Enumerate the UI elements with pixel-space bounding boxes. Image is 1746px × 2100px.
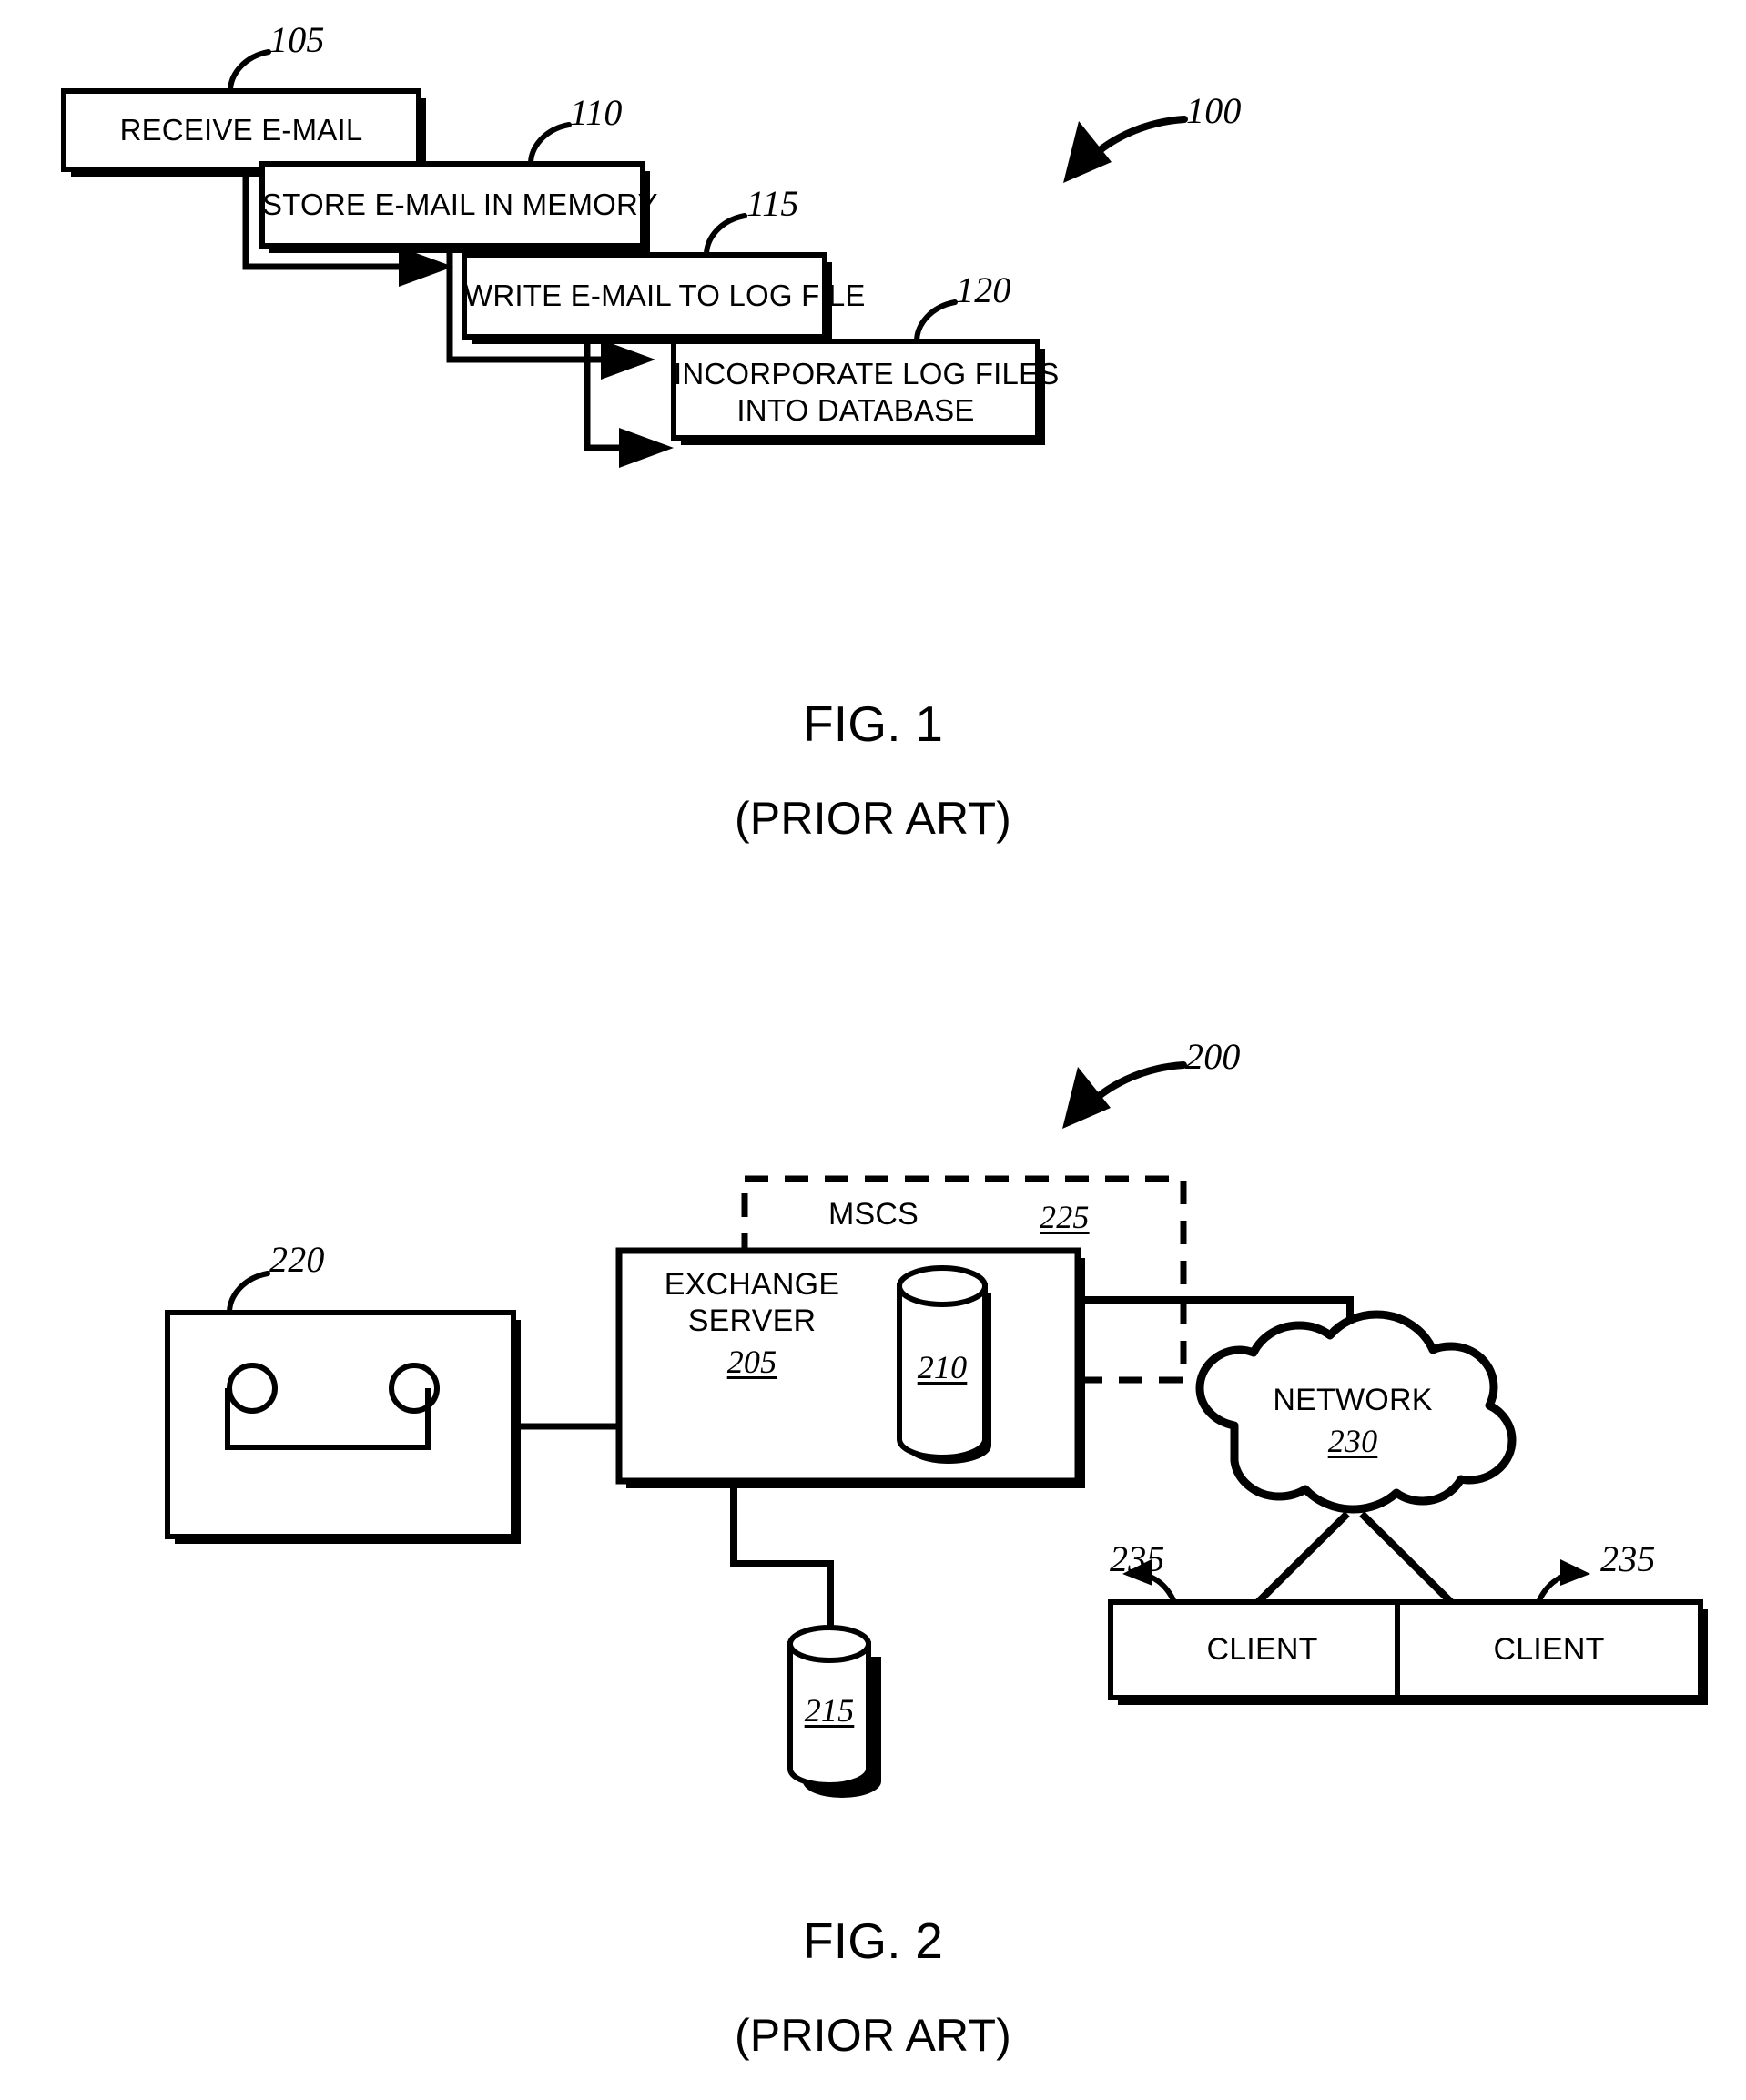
system-ref-arrow-100 bbox=[1063, 116, 1188, 183]
ref-number-210: 210 bbox=[917, 1349, 968, 1385]
flow-box-120-label-line1: INCORPORATE LOG FILES bbox=[674, 357, 1060, 391]
link-network-client-right bbox=[1359, 1511, 1456, 1607]
lead-line-110 bbox=[528, 122, 572, 167]
flow-box-115-label: WRITE E-MAIL TO LOG FILE bbox=[464, 279, 866, 312]
ref-number-115: 115 bbox=[746, 183, 799, 224]
patent-drawing-sheet: RECEIVE E-MAIL 105 STORE E-MAIL IN MEMOR… bbox=[0, 0, 1746, 2100]
lead-line-105 bbox=[228, 49, 271, 94]
ref-number-215: 215 bbox=[804, 1692, 855, 1729]
fig1-caption: FIG. 1 bbox=[802, 695, 943, 752]
fig2-caption: FIG. 2 bbox=[802, 1912, 943, 1969]
ref-number-200: 200 bbox=[1185, 1036, 1241, 1077]
ref-number-235-right: 235 bbox=[1600, 1538, 1656, 1579]
link-network-client-left bbox=[1254, 1511, 1350, 1607]
lead-line-115 bbox=[704, 213, 747, 258]
drawing-vector-layer bbox=[61, 49, 1708, 1798]
fig1-subcaption: (PRIOR ART) bbox=[734, 793, 1012, 844]
system-ref-arrow-200 bbox=[1062, 1061, 1187, 1129]
network-label: NETWORK bbox=[1273, 1383, 1433, 1417]
link-server-storage bbox=[730, 1487, 834, 1638]
ref-number-100: 100 bbox=[1186, 90, 1242, 131]
tape-drive-220 bbox=[165, 1310, 521, 1544]
lead-line-220 bbox=[227, 1271, 270, 1315]
ref-number-235-left: 235 bbox=[1110, 1538, 1165, 1579]
fig2-subcaption: (PRIOR ART) bbox=[734, 2010, 1012, 2061]
ref-number-205: 205 bbox=[726, 1344, 777, 1380]
flow-box-110-label: STORE E-MAIL IN MEMORY bbox=[262, 188, 658, 221]
ref-number-220: 220 bbox=[269, 1239, 325, 1280]
exchange-server-label-line2: SERVER bbox=[687, 1304, 817, 1338]
exchange-server-label-line1: EXCHANGE bbox=[664, 1267, 840, 1302]
flow-box-120-label-line2: INTO DATABASE bbox=[736, 393, 975, 427]
client-right-label: CLIENT bbox=[1493, 1632, 1605, 1667]
ref-number-225: 225 bbox=[1040, 1199, 1090, 1235]
mscs-label: MSCS bbox=[828, 1197, 919, 1232]
ref-number-120: 120 bbox=[956, 269, 1011, 310]
ref-number-230: 230 bbox=[1327, 1423, 1378, 1459]
lead-line-120 bbox=[914, 299, 958, 344]
client-left-label: CLIENT bbox=[1206, 1632, 1318, 1667]
ref-number-110: 110 bbox=[570, 92, 623, 133]
ref-number-105: 105 bbox=[269, 19, 325, 60]
flow-box-105-label: RECEIVE E-MAIL bbox=[119, 113, 363, 147]
